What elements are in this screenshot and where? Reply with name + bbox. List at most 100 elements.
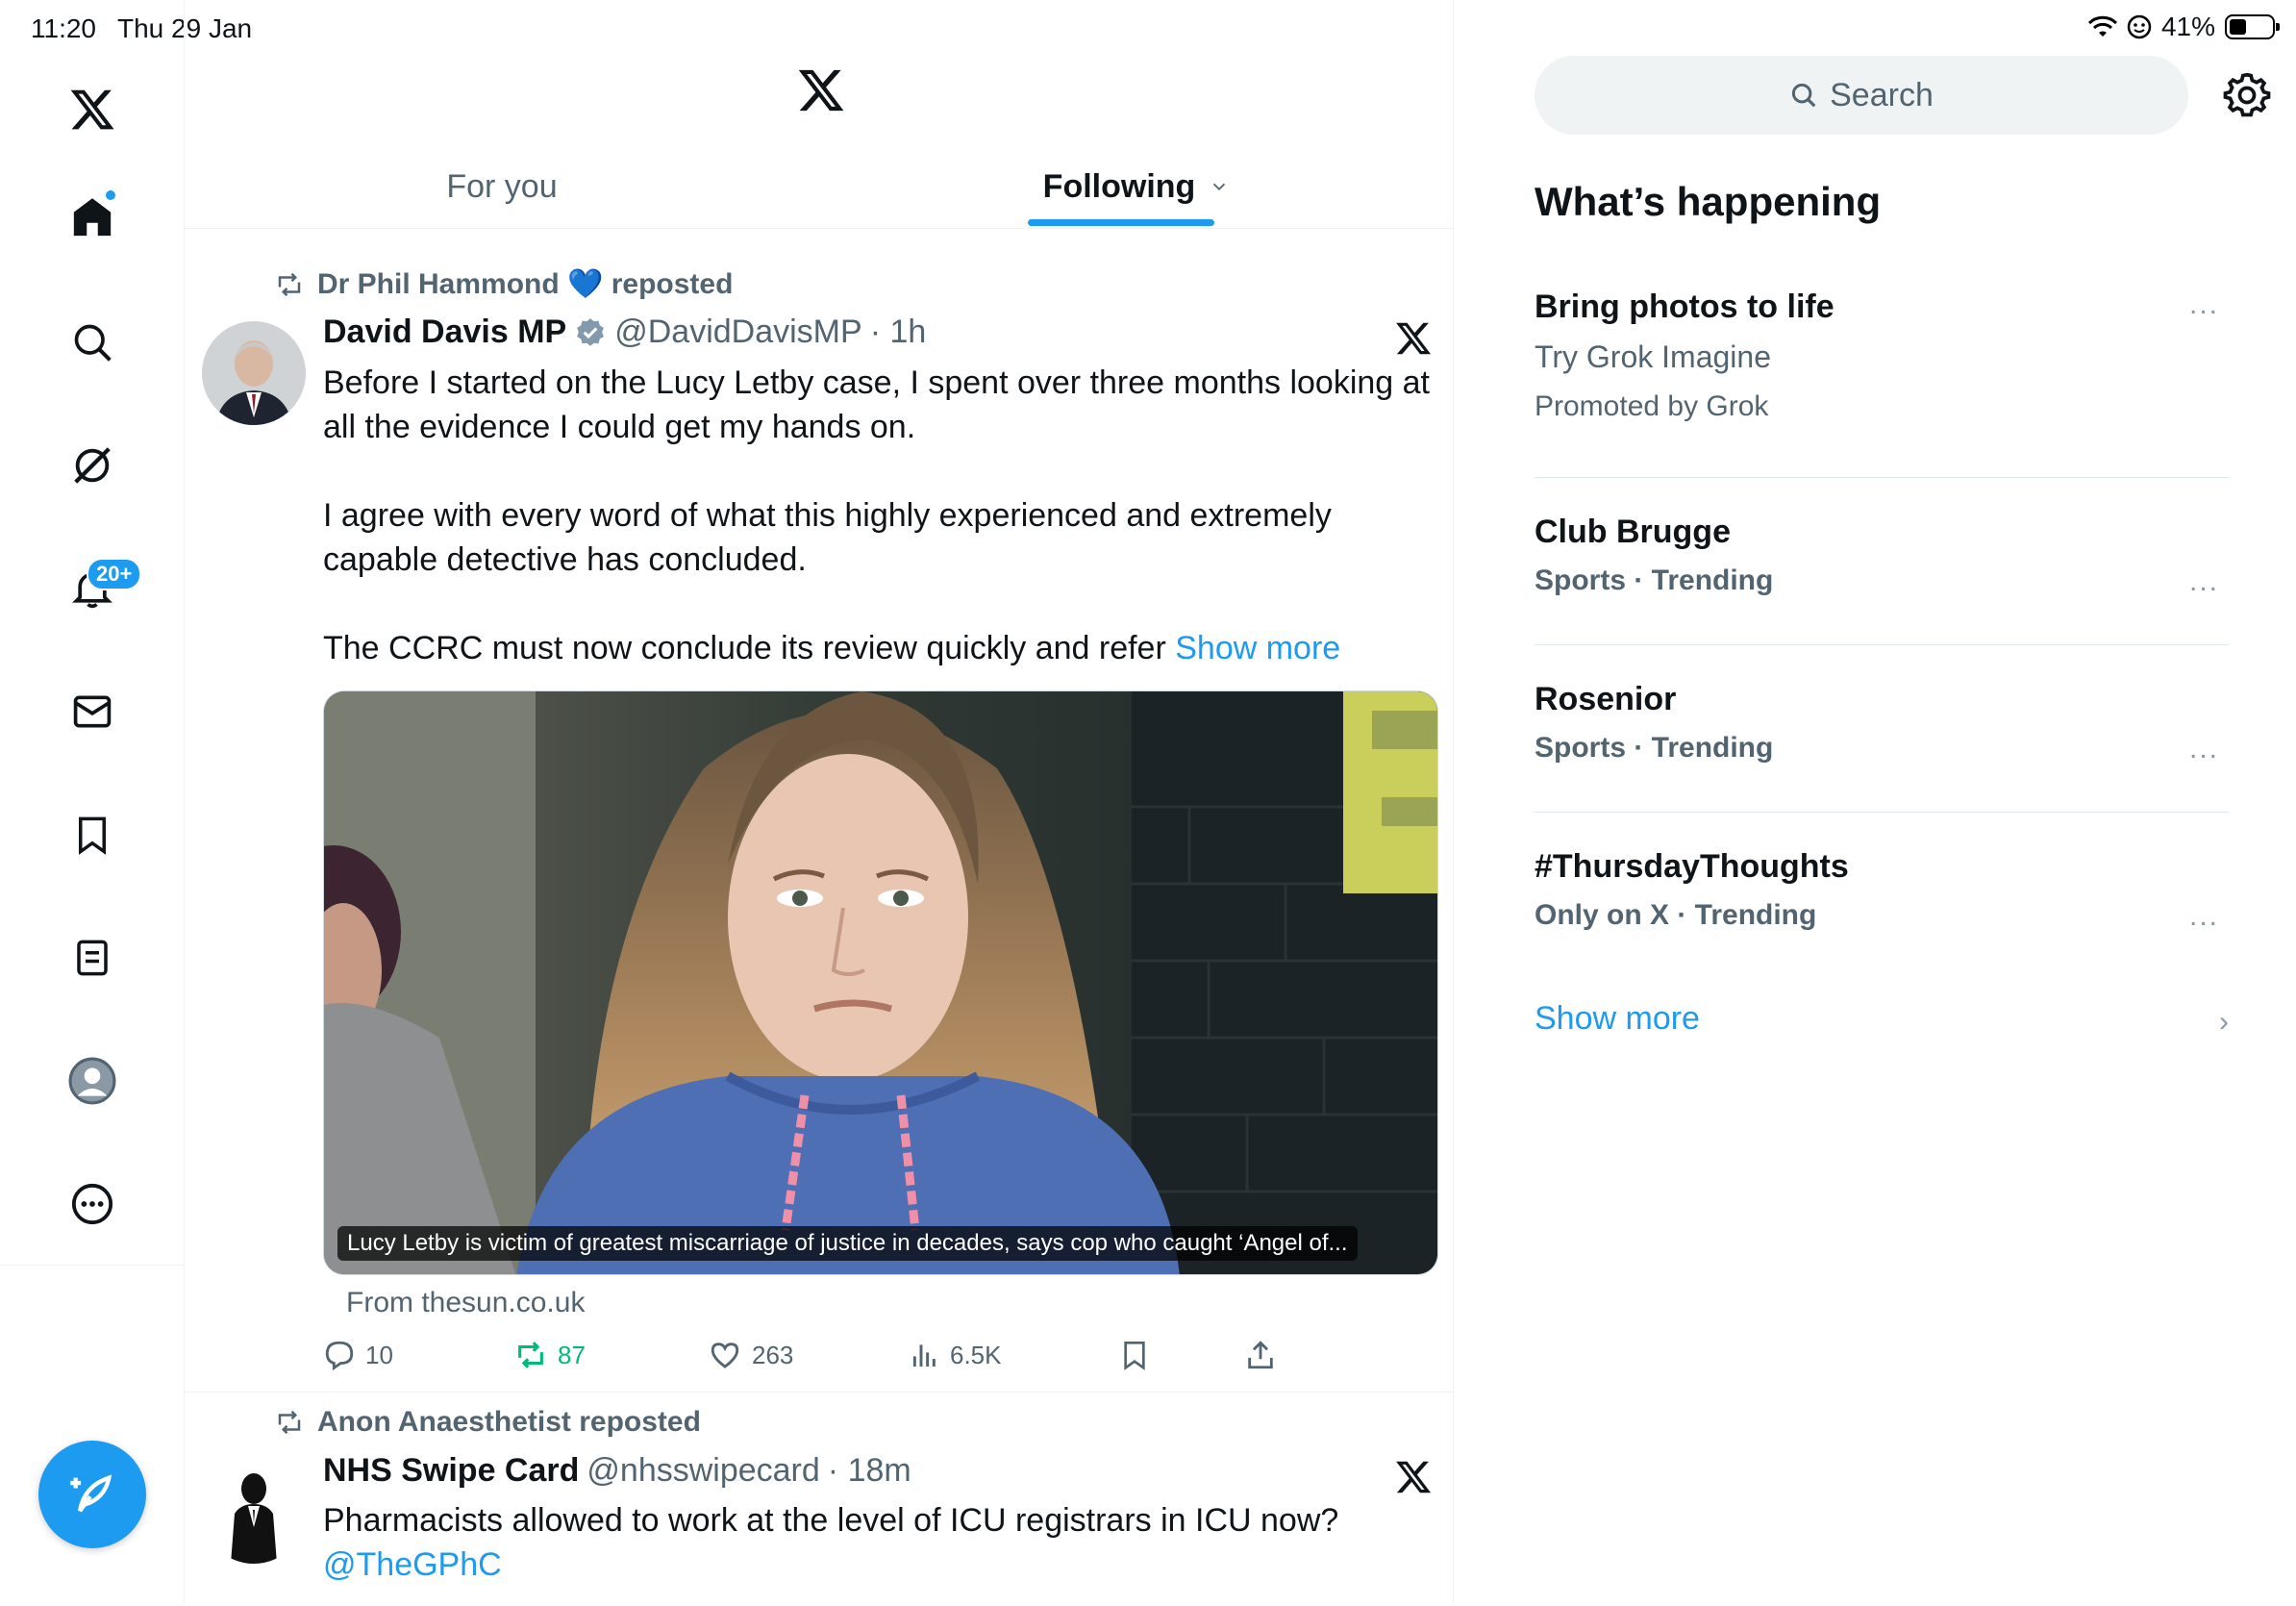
repost-icon: [278, 272, 301, 296]
home-unread-dot: [104, 188, 117, 202]
active-tab-indicator: [1028, 219, 1214, 226]
post-header: NHS Swipe Card @nhsswipecard · 18m: [323, 1452, 911, 1490]
author-handle[interactable]: @nhsswipecard: [586, 1452, 819, 1490]
repost-button[interactable]: 87: [513, 1339, 586, 1371]
post-time[interactable]: · 1h: [870, 314, 927, 351]
reposter-text: Dr Phil Hammond 💙 reposted: [317, 268, 734, 300]
trend-item[interactable]: Rosenior Sports · Trending ...: [1535, 681, 2229, 765]
trend-item[interactable]: Club Brugge Sports · Trending ...: [1535, 514, 2229, 597]
search-bar[interactable]: Search: [1535, 56, 2188, 135]
promo-title: Bring photos to life: [1535, 289, 1834, 325]
mention-link[interactable]: @TheGPhC: [323, 1543, 1438, 1587]
repost-count: 87: [558, 1340, 586, 1369]
more-icon[interactable]: ...: [2189, 289, 2219, 321]
heart-icon: [711, 1343, 739, 1368]
more-icon[interactable]: ...: [2189, 565, 2219, 598]
trend-meta: Only on X · Trending: [1535, 899, 1817, 931]
tab-for-you[interactable]: For you: [185, 144, 819, 229]
promoted-trend[interactable]: Bring photos to life Try Grok Imagine Pr…: [1535, 289, 2229, 423]
repost-context[interactable]: Dr Phil Hammond 💙 reposted: [275, 267, 733, 301]
reply-button[interactable]: 10: [323, 1339, 393, 1371]
show-more-link[interactable]: Show more: [1175, 630, 1340, 666]
more-icon[interactable]: ...: [2189, 900, 2219, 933]
avatar[interactable]: [202, 321, 306, 425]
author-name[interactable]: David Davis MP: [323, 314, 566, 351]
divider: [1535, 477, 2229, 478]
bookmark-button[interactable]: [1119, 1339, 1150, 1371]
reply-count: 10: [365, 1340, 393, 1369]
repost-icon: [278, 1410, 301, 1435]
trend-name: Rosenior: [1535, 681, 1677, 717]
grok-icon[interactable]: [63, 437, 121, 494]
bookmarks-icon[interactable]: [63, 806, 121, 864]
share-icon: [1248, 1341, 1273, 1369]
whats-happening-title: What’s happening: [1535, 179, 1882, 224]
notifications-badge: 20+: [87, 558, 142, 590]
more-options-icon[interactable]: [63, 1175, 121, 1233]
post-paragraph: Before I started on the Lucy Letby case,…: [323, 364, 1431, 445]
nav-divider: [0, 1265, 185, 1266]
tab-following[interactable]: Following: [819, 144, 1454, 229]
author-handle[interactable]: @DavidDavisMP: [614, 314, 861, 351]
x-logo-icon[interactable]: [63, 81, 121, 138]
left-nav: 20+: [0, 0, 185, 1604]
repost-icon: [518, 1342, 543, 1368]
compose-post-button[interactable]: [38, 1441, 146, 1548]
link-card-caption: Lucy Letby is victim of greatest miscarr…: [337, 1226, 1358, 1261]
news-photo: [324, 691, 1437, 1274]
x-logo-icon: [1394, 1458, 1433, 1496]
link-source[interactable]: From thesun.co.uk: [346, 1287, 585, 1319]
divider: [1535, 644, 2229, 645]
views-button[interactable]: 6.5K: [910, 1339, 1002, 1371]
chevron-down-icon[interactable]: [1209, 176, 1230, 197]
post-actions: 10 87 263 6.5K: [323, 1339, 1438, 1381]
search-icon[interactable]: [63, 314, 121, 371]
search-icon: [1792, 83, 1816, 108]
compose-feather-icon: [70, 1474, 112, 1513]
right-sidebar: Search What’s happening Bring photos to …: [1454, 0, 2296, 1604]
lists-icon[interactable]: [63, 929, 121, 987]
post-paragraph: Pharmacists allowed to work at the level…: [323, 1502, 1339, 1539]
timeline-tabs: For you Following: [185, 144, 1454, 229]
post[interactable]: Dr Phil Hammond 💙 reposted David Davis M…: [185, 231, 1454, 1393]
like-count: 263: [752, 1340, 794, 1369]
tab-for-you-label: For you: [446, 167, 558, 205]
x-header-logo-icon: [796, 65, 846, 115]
trend-name: Club Brugge: [1535, 514, 1731, 550]
post-header: David Davis MP @DavidDavisMP · 1h: [323, 314, 926, 351]
share-button[interactable]: [1244, 1339, 1277, 1371]
views-chart-icon: [912, 1344, 936, 1367]
show-more-trends-link[interactable]: Show more: [1535, 1000, 1700, 1038]
repost-context[interactable]: Anon Anaesthetist reposted: [275, 1406, 701, 1439]
verified-badge-icon: [577, 317, 605, 346]
trend-meta: Sports · Trending: [1535, 732, 1774, 764]
promo-subtitle: Try Grok Imagine: [1535, 339, 1771, 374]
link-card-image[interactable]: Lucy Letby is victim of greatest miscarr…: [323, 690, 1438, 1275]
bookmark-icon: [1124, 1342, 1145, 1370]
avatar[interactable]: [202, 1460, 306, 1564]
chevron-right-icon[interactable]: ›: [2219, 1006, 2229, 1039]
reposter-text: Anon Anaesthetist reposted: [317, 1406, 701, 1438]
views-count: 6.5K: [950, 1340, 1002, 1369]
reply-icon: [325, 1341, 354, 1371]
post-text: Pharmacists allowed to work at the level…: [323, 1498, 1438, 1587]
x-logo-icon: [1394, 319, 1433, 358]
trend-meta: Sports · Trending: [1535, 565, 1774, 596]
main-timeline: For you Following Dr Phil Hammond 💙 repo…: [185, 0, 1454, 1604]
post-paragraph-text: The CCRC must now conclude its review qu…: [323, 630, 1176, 666]
post-paragraph-last: The CCRC must now conclude its review qu…: [323, 626, 1438, 670]
post-time[interactable]: · 18m: [828, 1452, 911, 1490]
more-icon[interactable]: ...: [2189, 733, 2219, 765]
messages-envelope-icon[interactable]: [63, 683, 121, 740]
profile-avatar-icon[interactable]: [63, 1052, 121, 1110]
author-name[interactable]: NHS Swipe Card: [323, 1452, 579, 1490]
settings-gear-icon[interactable]: [2223, 71, 2271, 119]
promoted-by: Promoted by Grok: [1535, 390, 1769, 422]
divider: [1535, 812, 2229, 813]
post-text: Before I started on the Lucy Letby case,…: [323, 361, 1438, 670]
trend-item[interactable]: #ThursdayThoughts Only on X · Trending .…: [1535, 848, 2229, 932]
search-placeholder: Search: [1830, 76, 1934, 113]
like-button[interactable]: 263: [708, 1339, 793, 1371]
post[interactable]: Anon Anaesthetist reposted NHS Swipe Car…: [185, 1394, 1454, 1606]
trend-name: #ThursdayThoughts: [1535, 848, 1849, 885]
